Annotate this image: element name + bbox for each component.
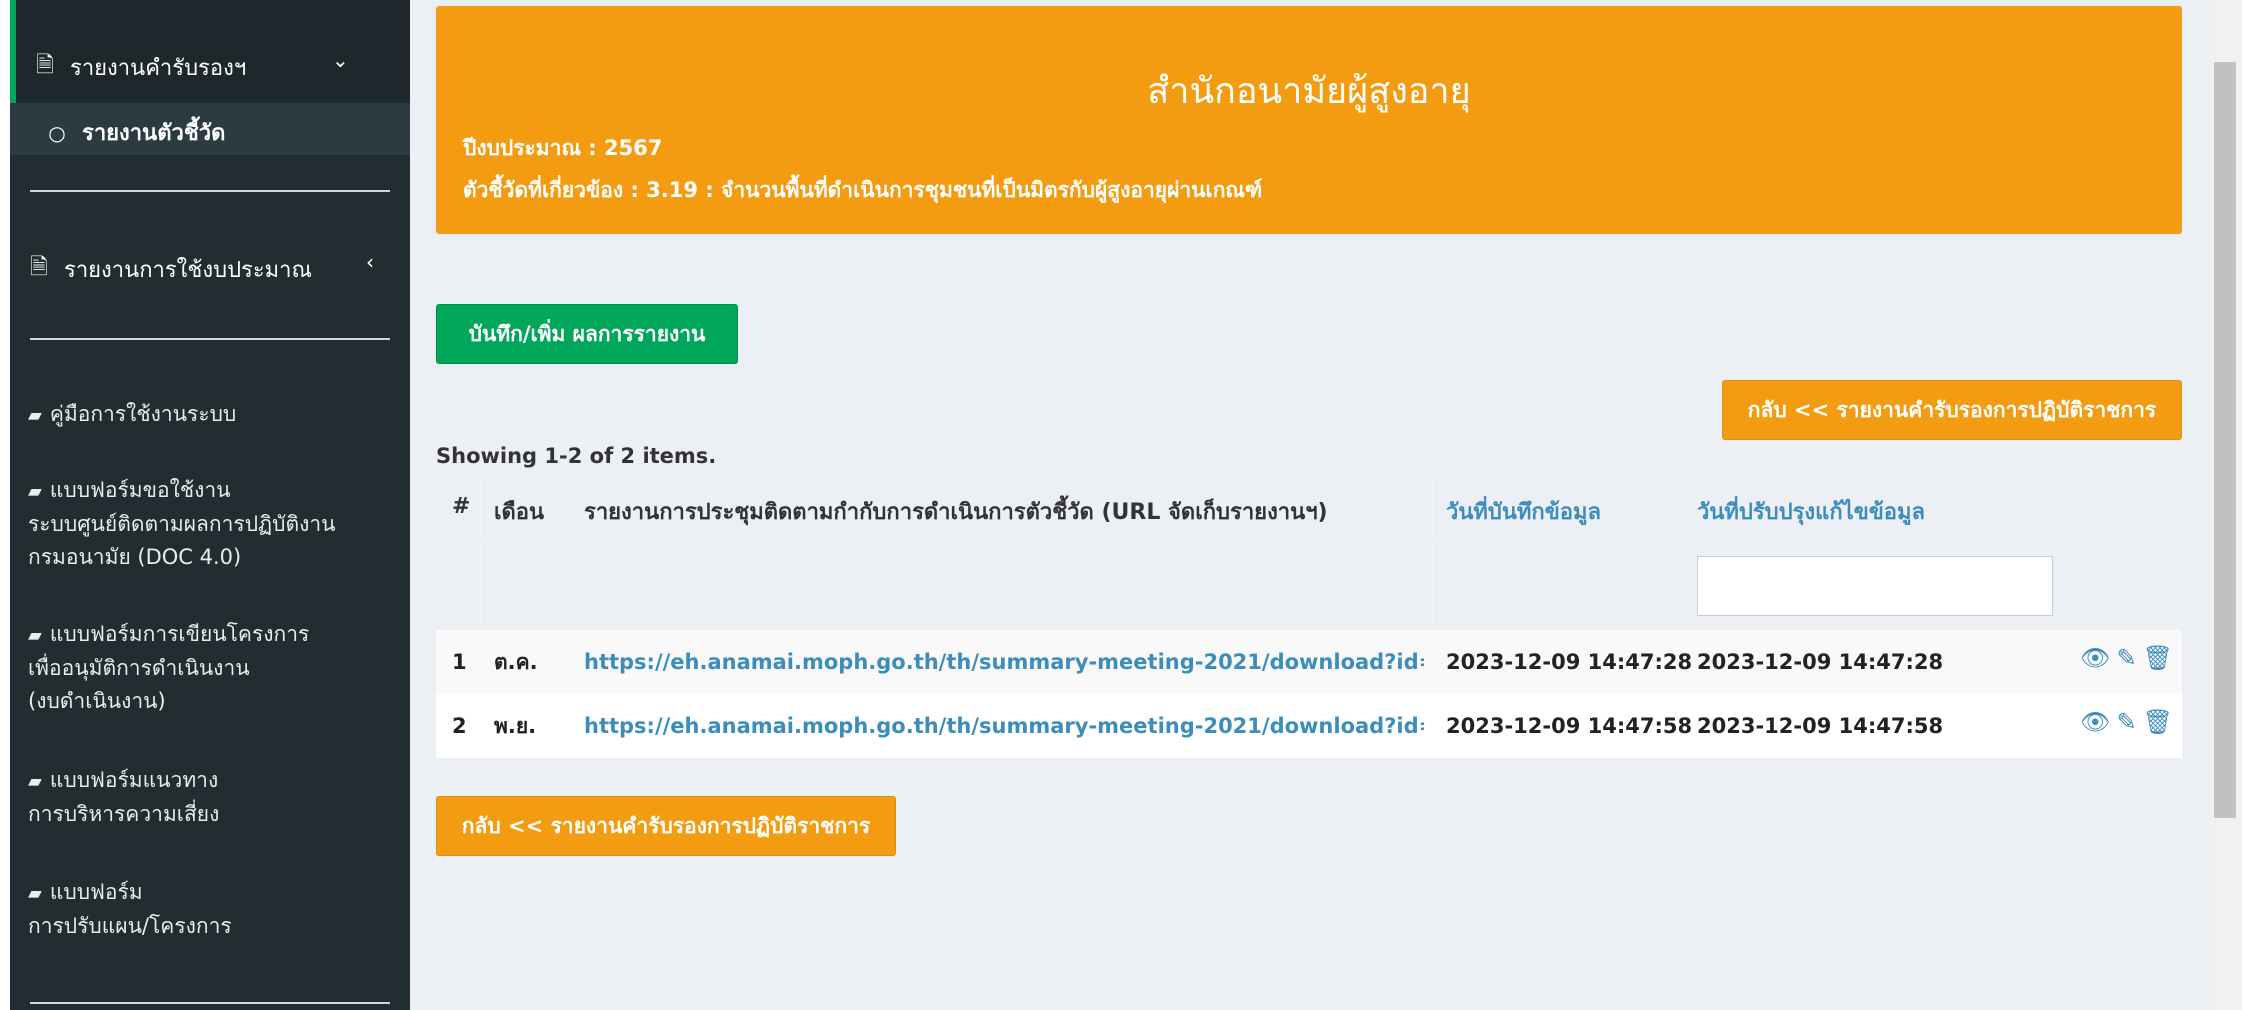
sidebar-submenu-label: รายงานตัวชี้วัด	[82, 121, 226, 146]
col-report: รายงานการประชุมติดตามกำกับการดำเนินการตั…	[584, 500, 1328, 525]
header-banner: สำนักอนามัยผู้สูงอายุ ปีงบประมาณ : 2567 …	[436, 6, 2182, 234]
table-row: 1 ต.ค. https://eh.anamai.moph.go.th/th/s…	[436, 630, 2182, 694]
sidebar-item-label: (งบดำเนินงาน)	[28, 689, 166, 713]
sidebar-menu-budget[interactable]: 🗎 รายงานการใช้งบประมาณ	[28, 250, 312, 288]
sidebar-item-request-form[interactable]: ▰ แบบฟอร์มขอใช้งาน ระบบศูนย์ติดตามผลการปฏ…	[28, 474, 398, 574]
row-url-link[interactable]: https://eh.anamai.moph.go.th/th/summary-…	[584, 630, 1424, 694]
sidebar-item-label: การปรับแผน/โครงการ	[28, 914, 232, 938]
book-icon: ▰	[28, 625, 42, 646]
sidebar: 🗎 รายงานคำรับรองฯ ⌄ ○ รายงานตัวชี้วัด 🗎 …	[10, 0, 410, 1010]
sidebar-item-label: แบบฟอร์มขอใช้งาน	[49, 478, 231, 502]
row-month: พ.ย.	[494, 714, 537, 738]
row-month: ต.ค.	[494, 650, 538, 674]
pencil-icon[interactable]: ✎	[2116, 644, 2136, 672]
table-header: # เดือน รายงานการประชุมติดตามกำกับการดำเ…	[436, 476, 2182, 542]
document-icon: 🗎	[30, 255, 48, 280]
page-left-edge	[0, 0, 10, 1010]
fiscal-year: ปีงบประมาณ : 2567	[463, 136, 663, 160]
sidebar-item-manual[interactable]: ▰ คู่มือการใช้งานระบบ	[28, 398, 398, 432]
book-icon: ▰	[28, 481, 42, 502]
sidebar-item-label: กรมอนามัย (DOC 4.0)	[28, 545, 242, 569]
document-icon: 🗎	[36, 53, 54, 78]
column-divider	[1682, 476, 1683, 630]
column-divider	[1432, 476, 1433, 630]
sidebar-item-project-form[interactable]: ▰ แบบฟอร์มการเขียนโครงการ เพื่ออนุมัติการ…	[28, 618, 398, 718]
add-report-button[interactable]: บันทึก/เพิ่ม ผลการรายงาน	[436, 304, 738, 364]
row-num: 2	[452, 714, 467, 738]
row-recorded: 2023-12-09 14:47:58	[1446, 714, 1693, 738]
row-actions: 👁 ✎ 🗑	[2080, 708, 2173, 736]
summary-text: Showing 1-2 of 2 items.	[436, 444, 717, 468]
trash-icon[interactable]: 🗑	[2143, 644, 2173, 672]
sidebar-item-risk-form[interactable]: ▰ แบบฟอร์มแนวทาง การบริหารความเสี่ยง	[28, 764, 398, 831]
row-recorded: 2023-12-09 14:47:28	[1446, 650, 1693, 674]
sidebar-divider	[30, 1002, 390, 1004]
column-divider	[2066, 476, 2067, 630]
sidebar-item-label: แบบฟอร์ม	[49, 880, 143, 904]
sidebar-item-label: แบบฟอร์มแนวทาง	[49, 768, 219, 792]
scrollbar-thumb[interactable]	[2214, 62, 2236, 818]
sidebar-item-label: แบบฟอร์มการเขียนโครงการ	[49, 622, 310, 646]
page-title: สำนักอนามัยผู้สูงอายุ	[1147, 71, 1471, 112]
eye-icon[interactable]: 👁	[2080, 644, 2110, 672]
indicator: ตัวชี้วัดที่เกี่ยวข้อง : 3.19 : จำนวนพื้…	[463, 178, 1263, 202]
column-divider	[480, 476, 481, 630]
sidebar-divider	[30, 338, 390, 340]
sidebar-menu-report[interactable]: 🗎 รายงานคำรับรองฯ	[34, 48, 246, 86]
eye-icon[interactable]: 👁	[2080, 708, 2110, 736]
row-url-link[interactable]: https://eh.anamai.moph.go.th/th/summary-…	[584, 694, 1424, 758]
sidebar-divider	[30, 190, 390, 192]
sidebar-item-plan-form[interactable]: ▰ แบบฟอร์ม การปรับแผน/โครงการ	[28, 876, 398, 943]
row-updated: 2023-12-09 14:47:58	[1697, 714, 1944, 738]
row-updated: 2023-12-09 14:47:28	[1697, 650, 1944, 674]
sidebar-submenu-indicator[interactable]: ○ รายงานตัวชี้วัด	[10, 103, 410, 155]
sidebar-menu-budget-label: รายงานการใช้งบประมาณ	[64, 257, 312, 283]
book-icon: ▰	[28, 883, 42, 904]
sidebar-item-label: ระบบศูนย์ติดตามผลการปฏิบัติงาน	[28, 512, 336, 536]
sidebar-item-label: คู่มือการใช้งานระบบ	[49, 402, 237, 426]
row-actions: 👁 ✎ 🗑	[2080, 644, 2173, 672]
row-num: 1	[452, 650, 467, 674]
chevron-down-icon[interactable]: ⌄	[332, 48, 349, 72]
table-row: 2 พ.ย. https://eh.anamai.moph.go.th/th/s…	[436, 694, 2182, 758]
sidebar-menu-report-label: รายงานคำรับรองฯ	[70, 55, 247, 81]
back-button-top[interactable]: กลับ << รายงานคำรับรองการปฏิบัติราชการ	[1722, 380, 2182, 440]
sidebar-item-label: เพื่ออนุมัติการดำเนินงาน	[28, 656, 250, 680]
sidebar-submenu-item[interactable]: ○ รายงานตัวชี้วัด	[46, 115, 225, 150]
column-divider	[570, 476, 571, 630]
back-button-bottom[interactable]: กลับ << รายงานคำรับรองการปฏิบัติราชการ	[436, 796, 896, 856]
sidebar-menu-indicator-report[interactable]: 🗎 รายงานคำรับรองฯ ⌄	[10, 0, 410, 103]
pencil-icon[interactable]: ✎	[2116, 708, 2136, 736]
trash-icon[interactable]: 🗑	[2143, 708, 2173, 736]
col-num: #	[452, 494, 471, 519]
circle-icon: ○	[48, 120, 66, 145]
book-icon: ▰	[28, 771, 42, 792]
col-month: เดือน	[494, 500, 545, 525]
sidebar-item-label: การบริหารความเสี่ยง	[28, 802, 220, 826]
col-recorded[interactable]: วันที่บันทึกข้อมูล	[1446, 494, 1601, 529]
chevron-left-icon[interactable]: ‹	[366, 250, 374, 274]
book-icon: ▰	[28, 405, 42, 426]
col-updated[interactable]: วันที่ปรับปรุงแก้ไขข้อมูล	[1697, 494, 1925, 529]
updated-filter-input[interactable]	[1697, 556, 2053, 616]
